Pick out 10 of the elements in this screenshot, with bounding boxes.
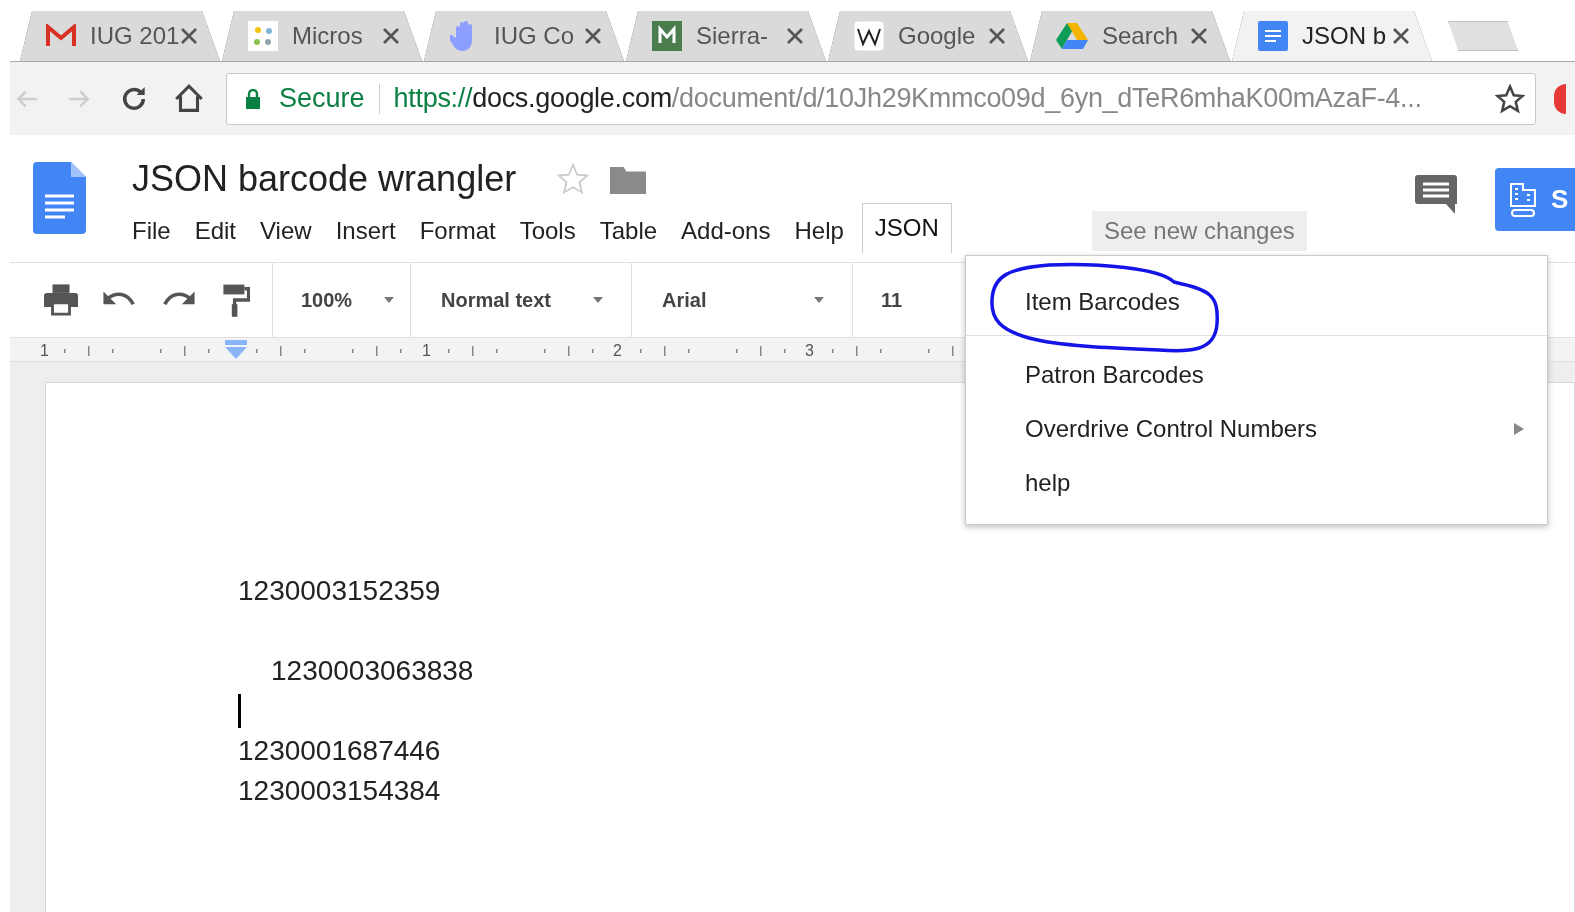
document-text: 1230001687446 [238,734,441,768]
document-text: 1230003063838 [271,654,474,688]
ruler-number: 1 [422,341,431,361]
secure-label: Secure [279,82,365,116]
ruler-number: 3 [805,341,814,361]
document-text: 1230003154384 [238,774,441,808]
url-text: https://docs.google.com/document/d/10Jh29Kmmco09d_6yn_dTeR6mhaK00mAzaF-4... [393,82,1422,116]
ruler-number: 1 [40,341,49,361]
ruler-number: 2 [613,341,622,361]
document-text: 1230003152359 [238,574,441,608]
